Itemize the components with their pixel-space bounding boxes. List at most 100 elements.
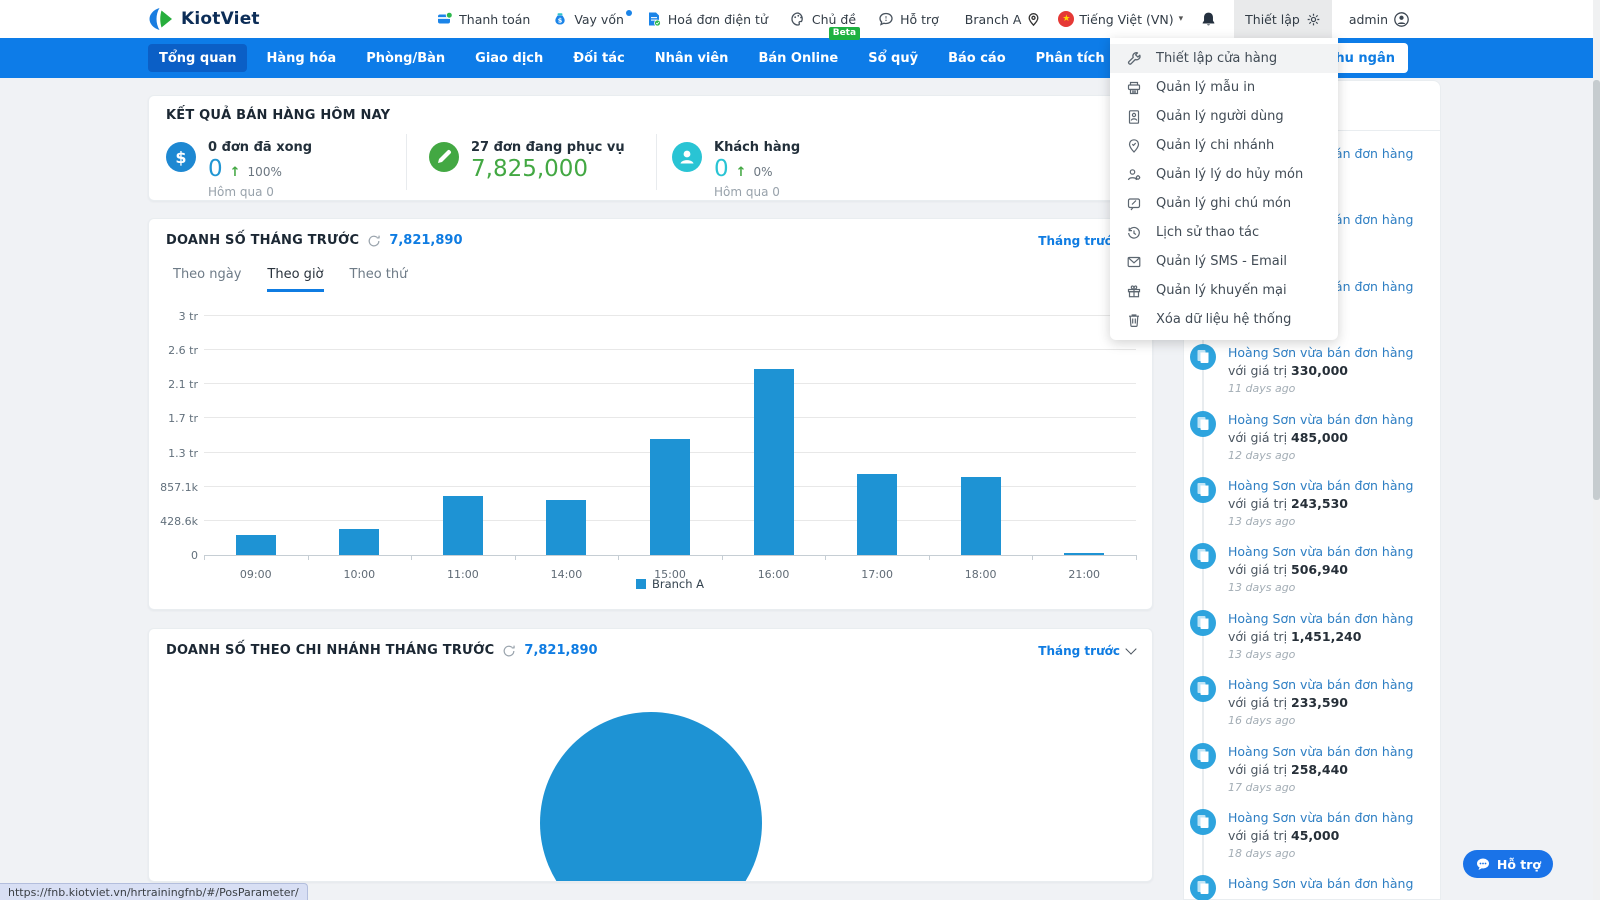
menu-item-4[interactable]: Quản lý lý do hủy món: [1110, 160, 1338, 189]
scrollbar-thumb[interactable]: [1593, 80, 1600, 500]
svg-text:$: $: [175, 148, 186, 167]
invoice-icon: [1190, 676, 1216, 702]
feed-item-title[interactable]: Hoàng Sơn vừa bán đơn hàng: [1228, 743, 1413, 760]
top-link-payment[interactable]: Thanh toán: [437, 11, 530, 27]
feed-item-value: với giá trị 233,590: [1228, 693, 1413, 712]
feed-item-title[interactable]: Hoàng Sơn vừa bán đơn hàng: [1228, 875, 1413, 892]
feed-item-title[interactable]: Hoàng Sơn vừa bán đơn hàng: [1228, 344, 1413, 361]
sales-chart-title: DOANH SỐ THÁNG TRƯỚC: [166, 233, 359, 248]
feed-item-title[interactable]: Hoàng Sơn vừa bán đơn hàng: [1228, 543, 1413, 560]
kiotviet-logo[interactable]: KiotViet: [148, 7, 260, 31]
stat-change: 0%: [754, 165, 773, 179]
bar-10:00[interactable]: [339, 529, 379, 555]
menu-item-6[interactable]: Lịch sử thao tác: [1110, 218, 1338, 247]
gridline: [204, 383, 1136, 384]
support-chat-button[interactable]: Hỗ trợ: [1463, 850, 1553, 878]
nav-item-3[interactable]: Giao dịch: [464, 44, 554, 72]
feed-item-value: với giá trị 506,940: [1228, 560, 1413, 579]
stat-value-row: 0↑0%: [714, 156, 800, 182]
nav-item-7[interactable]: Sổ quỹ: [857, 44, 929, 72]
user-menu[interactable]: admin: [1349, 11, 1410, 28]
stat-content: 27 đơn đang phục vụ7,825,000: [471, 140, 625, 190]
status-url-bar: https://fnb.kiotviet.vn/hrtrainingfnb/#/…: [0, 883, 308, 900]
bar-15:00[interactable]: [650, 439, 690, 555]
bar-09:00[interactable]: [236, 535, 276, 555]
menu-item-2[interactable]: Quản lý người dùng: [1110, 102, 1338, 131]
nav-item-0[interactable]: Tổng quan: [148, 44, 247, 72]
nav-item-2[interactable]: Phòng/Bàn: [355, 44, 456, 72]
feed-item-title[interactable]: Hoàng Sơn vừa bán đơn hàng: [1228, 477, 1413, 494]
menu-item-5[interactable]: Quản lý ghi chú món: [1110, 189, 1338, 218]
pencil-icon: [429, 142, 459, 172]
branch-selector[interactable]: Branch A: [965, 12, 1042, 27]
menu-item-9[interactable]: Xóa dữ liệu hệ thống: [1110, 305, 1338, 334]
menu-item-8[interactable]: Quản lý khuyến mại: [1110, 276, 1338, 305]
bar-21:00[interactable]: [1064, 553, 1104, 555]
pie-chart[interactable]: [540, 712, 762, 882]
nav-item-5[interactable]: Nhân viên: [644, 44, 740, 72]
y-tick-label: 0: [152, 549, 198, 562]
feed-item-content: Hoàng Sơn vừa bán đơn hàngvới giá trị 50…: [1228, 543, 1413, 609]
legend-label: Branch A: [652, 577, 704, 591]
top-link-label: Vay vốn: [574, 12, 624, 27]
bar-11:00[interactable]: [443, 496, 483, 555]
settings-menu-toggle[interactable]: Thiết lập: [1234, 0, 1332, 38]
bar-18:00[interactable]: [961, 477, 1001, 555]
feed-item-time: 13 days ago: [1228, 515, 1413, 528]
feed-item-title[interactable]: Hoàng Sơn vừa bán đơn hàng: [1228, 676, 1413, 693]
top-link-support-bubble[interactable]: Hỗ trợ: [878, 11, 939, 27]
nav-item-6[interactable]: Bán Online: [747, 44, 849, 72]
menu-item-7[interactable]: Quản lý SMS - Email: [1110, 247, 1338, 276]
stat-compare: Hôm qua 0: [714, 185, 800, 199]
nav-item-4[interactable]: Đối tác: [562, 44, 636, 72]
menu-item-1[interactable]: Quản lý mẫu in: [1110, 73, 1338, 102]
feed-item: Hoàng Sơn vừa bán đơn hàngvới giá trị 23…: [1190, 676, 1440, 742]
menu-item-0[interactable]: Thiết lập cửa hàng: [1110, 44, 1338, 73]
feed-item-content: Hoàng Sơn vừa bán đơn hàngvới giá trị 33…: [1228, 344, 1413, 410]
menu-item-label: Lịch sử thao tác: [1156, 225, 1259, 240]
menu-item-label: Quản lý ghi chú món: [1156, 196, 1291, 211]
feed-item-title[interactable]: Hoàng Sơn vừa bán đơn hàng: [1228, 610, 1413, 627]
main-nav-items: Tổng quan Hàng hóa Phòng/Bàn Giao dịch Đối t…: [148, 44, 1259, 72]
legend-swatch: [636, 579, 646, 589]
top-link-einvoice[interactable]: Hoá đơn điện tử: [646, 11, 768, 27]
nav-item-1[interactable]: Hàng hóa: [255, 44, 347, 72]
chart-legend[interactable]: Branch A: [204, 577, 1136, 591]
feed-item-value: với giá trị 243,530: [1228, 494, 1413, 513]
main-nav: Tổng quan Hàng hóa Phòng/Bàn Giao dịch Đối t…: [0, 38, 1600, 78]
nav-item-9[interactable]: Phân tích: [1025, 44, 1116, 72]
feed-item-value: với giá trị 258,440: [1228, 760, 1413, 779]
feed-item-title[interactable]: Hoàng Sơn vừa bán đơn hàng: [1228, 809, 1413, 826]
bar-14:00[interactable]: [546, 500, 586, 555]
menu-item-3[interactable]: Quản lý chi nhánh: [1110, 131, 1338, 160]
svg-text:$: $: [558, 16, 563, 24]
axis-tick: [204, 555, 205, 560]
tab-0[interactable]: Theo ngày: [173, 267, 241, 292]
axis-tick: [825, 555, 826, 560]
tab-2[interactable]: Theo thứ: [350, 267, 408, 292]
invoice-icon: [1190, 875, 1216, 900]
feed-item-content: Hoàng Sơn vừa bán đơn hàngvới giá trị 1,…: [1228, 610, 1413, 676]
axis-tick: [722, 555, 723, 560]
refresh-icon[interactable]: [502, 644, 516, 658]
bar-17:00[interactable]: [857, 474, 897, 555]
tab-1[interactable]: Theo giờ: [267, 267, 323, 292]
feed-item-title[interactable]: Hoàng Sơn vừa bán đơn hàng: [1228, 411, 1413, 428]
feed-item-time: 13 days ago: [1228, 648, 1413, 661]
bar-16:00[interactable]: [754, 369, 794, 555]
menu-item-label: Quản lý mẫu in: [1156, 80, 1255, 95]
notifications-bell-icon[interactable]: [1200, 11, 1217, 28]
invoice-icon: [1190, 610, 1216, 636]
feed-item-time: 11 days ago: [1228, 382, 1413, 395]
top-link-theme[interactable]: Chủ đềBeta: [790, 11, 856, 27]
feed-item: Hoàng Sơn vừa bán đơn hàngvới giá trị 45…: [1190, 809, 1440, 875]
up-arrow-icon: ↑: [736, 165, 747, 180]
axis-tick: [515, 555, 516, 560]
top-link-loan[interactable]: $ Vay vốn: [552, 11, 624, 27]
refresh-icon[interactable]: [367, 234, 381, 248]
invoice-icon: [1190, 743, 1216, 769]
language-selector[interactable]: ★ Tiếng Việt (VN) ▾: [1058, 11, 1183, 27]
branch-period-selector[interactable]: Tháng trước: [1038, 644, 1135, 658]
nav-item-8[interactable]: Báo cáo: [937, 44, 1017, 72]
loan-icon: $: [552, 11, 568, 27]
